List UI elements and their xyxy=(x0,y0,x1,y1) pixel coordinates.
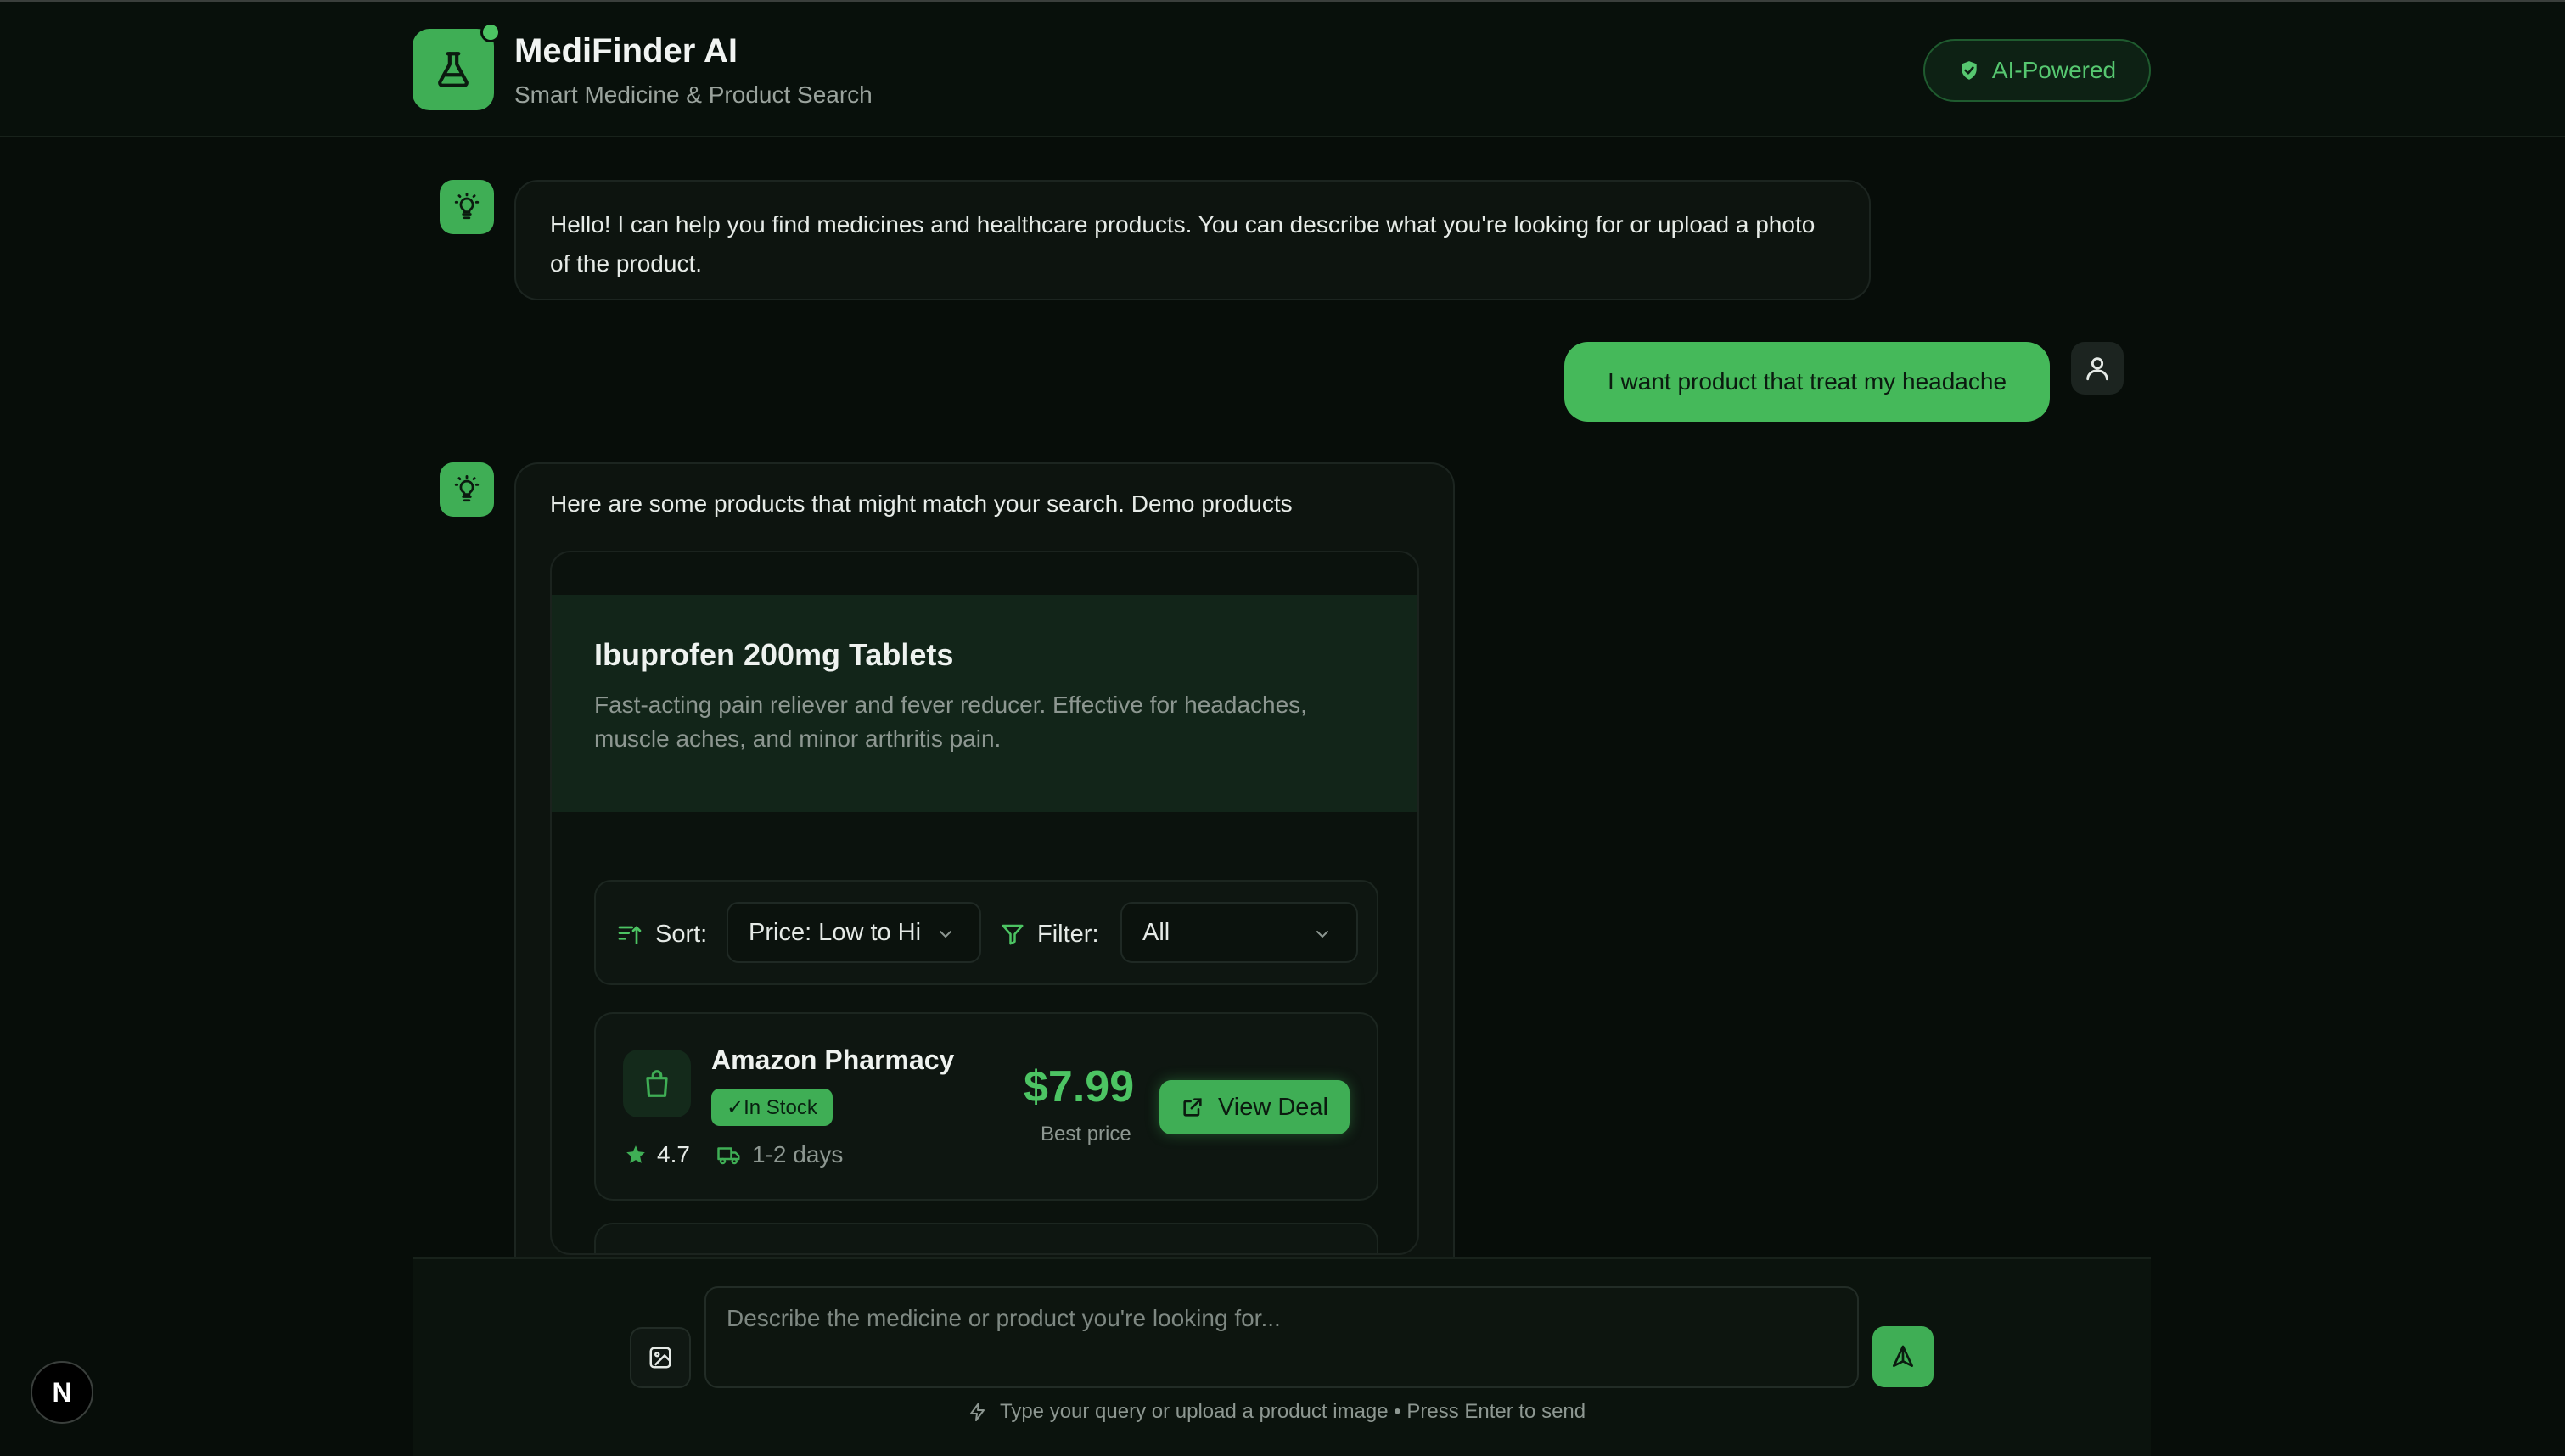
star-icon xyxy=(626,1145,645,1163)
chevron-down-icon xyxy=(940,931,951,938)
product-header: Ibuprofen 200mg Tablets Fast-acting pain… xyxy=(552,595,1417,812)
store-offer-row-partial xyxy=(594,1223,1378,1253)
filter-label: Filter: xyxy=(1037,920,1099,948)
view-deal-button[interactable]: View Deal xyxy=(1159,1080,1350,1134)
composer-hint-text: Type your query or upload a product imag… xyxy=(1000,1400,1586,1423)
view-deal-label: View Deal xyxy=(1217,1093,1329,1121)
shipping-value: 1-2 days xyxy=(752,1141,844,1168)
ai-powered-label: AI-Powered xyxy=(1991,57,2117,83)
send-icon xyxy=(1893,1345,1913,1367)
sort-filter-toolbar: Sort: Price: Low to Hi Filter: All xyxy=(594,880,1378,985)
stock-status-badge: ✓In Stock xyxy=(711,1089,833,1126)
composer-hint: Type your query or upload a product imag… xyxy=(968,1400,1586,1424)
sort-select-value: Price: Low to Hi xyxy=(749,918,922,946)
product-card: Ibuprofen 200mg Tablets Fast-acting pain… xyxy=(550,551,1419,1255)
filter-select[interactable]: All xyxy=(1120,902,1358,963)
assistant-avatar xyxy=(440,462,494,517)
store-rating: 4.7 xyxy=(625,1141,690,1168)
upload-image-button[interactable] xyxy=(630,1327,691,1388)
online-status-dot xyxy=(480,22,501,42)
app-subtitle: Smart Medicine & Product Search xyxy=(514,81,873,108)
assistant-greeting-text: Hello! I can help you find medicines and… xyxy=(550,211,1816,277)
price-value: $7.99 xyxy=(1024,1062,1135,1112)
results-intro-text: Here are some products that might match … xyxy=(550,490,1293,517)
app-header: MediFinder AI Smart Medicine & Product S… xyxy=(0,2,2565,137)
user-avatar xyxy=(2071,342,2124,395)
product-description: Fast-acting pain reliever and fever redu… xyxy=(594,692,1307,752)
sort-label: Sort: xyxy=(655,920,708,948)
zap-icon xyxy=(970,1403,985,1421)
lightbulb-icon xyxy=(454,193,480,220)
nextjs-dev-indicator-button[interactable]: N xyxy=(31,1361,93,1424)
user-icon xyxy=(2086,357,2108,381)
sort-label-group: Sort: xyxy=(616,882,707,987)
send-button[interactable] xyxy=(1872,1326,1934,1387)
store-offer-row: Amazon Pharmacy ✓In Stock 4.7 1-2 days $… xyxy=(594,1012,1378,1201)
chevron-down-icon xyxy=(1316,931,1328,938)
price-note: Best price xyxy=(1041,1123,1131,1145)
sort-icon xyxy=(618,926,642,944)
shopping-bag-icon xyxy=(646,1070,668,1097)
user-message-bubble: I want product that treat my headache xyxy=(1564,342,2050,422)
store-icon-tile xyxy=(623,1050,691,1117)
search-input[interactable] xyxy=(704,1286,1859,1388)
shield-check-icon xyxy=(1962,61,1977,80)
assistant-avatar xyxy=(440,180,494,234)
assistant-greeting-bubble: Hello! I can help you find medicines and… xyxy=(514,180,1871,300)
app-logo xyxy=(413,29,494,110)
filter-icon xyxy=(1002,924,1024,945)
rating-value: 4.7 xyxy=(657,1141,690,1168)
app-title: MediFinder AI xyxy=(514,32,738,70)
user-message-text: I want product that treat my headache xyxy=(1607,368,2007,395)
lightbulb-icon xyxy=(454,475,480,502)
image-icon xyxy=(649,1347,671,1369)
store-name: Amazon Pharmacy xyxy=(711,1044,955,1075)
external-link-icon xyxy=(1183,1098,1202,1117)
shipping-time: 1-2 days xyxy=(716,1141,843,1168)
filter-label-group: Filter: xyxy=(1000,882,1099,987)
flask-icon xyxy=(438,52,469,87)
truck-icon xyxy=(717,1147,740,1165)
sort-select[interactable]: Price: Low to Hi xyxy=(727,902,981,963)
product-name: Ibuprofen 200mg Tablets xyxy=(594,637,954,672)
ai-powered-badge: AI-Powered xyxy=(1923,39,2151,102)
filter-select-value: All xyxy=(1142,918,1170,946)
